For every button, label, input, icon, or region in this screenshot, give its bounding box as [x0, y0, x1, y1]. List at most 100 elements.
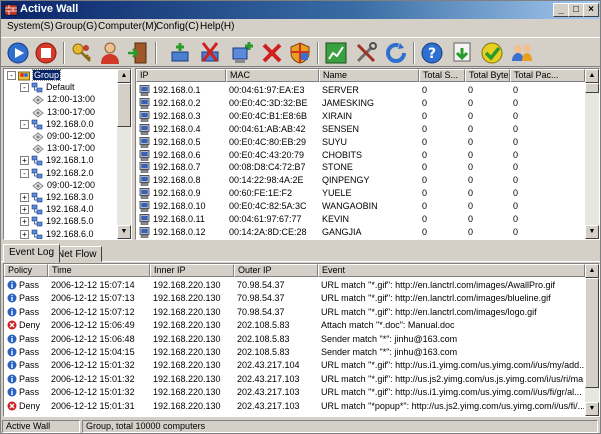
tree-node[interactable]: +192.168.3.0: [4, 192, 116, 204]
title-bar[interactable]: Active Wall _ □ ×: [1, 1, 600, 19]
computer-list[interactable]: IP MAC Name Total S... Total Byte Total Pac..…: [135, 68, 600, 240]
tree-node[interactable]: 13:00-17:00: [4, 107, 116, 119]
scroll-thumb[interactable]: [117, 83, 131, 127]
table-row[interactable]: 192.168.0.3 00:E0:4C:B1:E8:6B XIRAIN 0 0 0: [136, 110, 585, 123]
expand-toggle[interactable]: +: [20, 229, 29, 239]
tree-node[interactable]: 13:00-17:00: [4, 143, 116, 155]
tab-event-log[interactable]: Event Log: [3, 244, 61, 263]
collapse-toggle[interactable]: -: [20, 119, 29, 129]
scroll-thumb[interactable]: [585, 83, 599, 93]
group-tree[interactable]: - Group - Default 12:00-13:00 13:00-17:00-192…: [3, 68, 132, 240]
log-row[interactable]: Pass 2006-12-12 15:01:32 192.168.220.130 20…: [4, 373, 585, 386]
user-button[interactable]: [97, 40, 123, 66]
log-row[interactable]: Deny 2006-12-12 15:06:49 192.168.220.130 20…: [4, 319, 585, 332]
approve-button[interactable]: [479, 40, 505, 66]
tree-node[interactable]: +192.168.6.0: [4, 229, 116, 239]
column-header[interactable]: Time: [48, 264, 150, 277]
column-header[interactable]: IP: [136, 69, 226, 82]
tree-node[interactable]: +192.168.4.0: [4, 204, 116, 216]
tree-node[interactable]: - 192.168.0.0: [4, 119, 116, 131]
column-header[interactable]: MAC: [226, 69, 319, 82]
menu-group[interactable]: Group(G): [55, 21, 97, 32]
exit-button[interactable]: [125, 40, 151, 66]
tree-node[interactable]: +192.168.5.0: [4, 216, 116, 228]
column-header[interactable]: Outer IP: [234, 264, 318, 277]
refresh-button[interactable]: [383, 40, 409, 66]
scroll-down-button[interactable]: ▼: [117, 225, 131, 239]
tree-node[interactable]: +192.168.1.0: [4, 155, 116, 167]
log-row[interactable]: Deny 2006-12-12 15:01:31 192.168.220.130 20…: [4, 400, 585, 413]
maximize-button[interactable]: □: [568, 3, 584, 17]
table-row[interactable]: 192.168.0.8 00:14:22:98:4A:2E QINPENGY 0 0 0: [136, 174, 585, 187]
column-header[interactable]: Policy: [4, 264, 48, 277]
table-row[interactable]: 192.168.0.5 00:E0:4C:80:EB:29 SUYU 0 0 0: [136, 136, 585, 149]
log-row[interactable]: Pass 2006-12-12 15:07:13 192.168.220.130 70…: [4, 292, 585, 305]
table-row[interactable]: 192.168.0.4 00:04:61:AB:AB:42 SENSEN 0 0 0: [136, 123, 585, 136]
log-row[interactable]: Pass 2006-12-12 15:04:15 192.168.220.130 20…: [4, 346, 585, 359]
scroll-up-button[interactable]: ▲: [117, 69, 131, 83]
menu-help[interactable]: Help(H): [200, 21, 234, 32]
log-row[interactable]: Pass 2006-12-12 15:01:32 192.168.220.130 20…: [4, 359, 585, 372]
close-button[interactable]: ×: [583, 3, 599, 17]
chart-button[interactable]: [323, 40, 349, 66]
tree-node[interactable]: 09:00-12:00: [4, 180, 116, 192]
log-outer: 202.43.217.103: [237, 400, 300, 411]
about-button[interactable]: [509, 40, 535, 66]
tools-button[interactable]: [353, 40, 379, 66]
collapse-toggle[interactable]: -: [20, 168, 29, 178]
delete-computer-button[interactable]: [259, 40, 285, 66]
menu-computer[interactable]: Computer(M): [98, 21, 157, 32]
expand-toggle[interactable]: +: [20, 205, 29, 215]
stop-button[interactable]: [33, 40, 59, 66]
export-button[interactable]: [449, 40, 475, 66]
tree-node[interactable]: - Default: [4, 82, 116, 94]
keys-button[interactable]: [69, 40, 95, 66]
column-header[interactable]: Inner IP: [150, 264, 234, 277]
column-header[interactable]: Name: [319, 69, 419, 82]
column-header[interactable]: Total Byte: [465, 69, 510, 82]
log-row[interactable]: Pass 2006-12-12 15:01:32 192.168.220.130 20…: [4, 386, 585, 399]
delete-group-button[interactable]: [197, 40, 223, 66]
log-scrollbar[interactable]: ▲ ▼: [585, 264, 599, 416]
log-policy: Pass: [19, 373, 40, 384]
table-row[interactable]: 192.168.0.6 00:E0:4C:43:20:79 CHOBITS 0 0 0: [136, 149, 585, 162]
tree-node[interactable]: 09:00-12:00: [4, 131, 116, 143]
table-row[interactable]: 192.168.0.7 00:08:D8:C4:72:B7 STONE 0 0 0: [136, 161, 585, 174]
add-group-button[interactable]: [167, 40, 193, 66]
scroll-thumb[interactable]: [585, 278, 599, 388]
collapse-toggle[interactable]: -: [7, 71, 16, 80]
log-row[interactable]: Pass 2006-12-12 15:07:12 192.168.220.130 70…: [4, 306, 585, 319]
table-row[interactable]: 192.168.0.1 00:04:61:97:EA:E3 SERVER 0 0 0: [136, 84, 585, 97]
scroll-down-button[interactable]: ▼: [585, 225, 599, 239]
start-button[interactable]: [5, 40, 31, 66]
scroll-up-button[interactable]: ▲: [585, 69, 599, 83]
list-scrollbar[interactable]: ▲ ▼: [585, 69, 599, 239]
column-header[interactable]: Event: [318, 264, 585, 277]
scroll-down-button[interactable]: ▼: [585, 402, 599, 416]
scroll-up-button[interactable]: ▲: [585, 264, 599, 278]
column-header[interactable]: Total Pac...: [510, 69, 585, 82]
column-header[interactable]: Total S...: [419, 69, 465, 82]
policy-button[interactable]: [287, 40, 313, 66]
table-row[interactable]: 192.168.0.2 00:E0:4C:3D:32:BE JAMESKING 0 0 0: [136, 97, 585, 110]
menu-config[interactable]: Config(C): [156, 21, 199, 32]
expand-toggle[interactable]: +: [20, 156, 29, 166]
collapse-toggle[interactable]: -: [20, 83, 29, 93]
table-row[interactable]: 192.168.0.9 00:60:FE:1E:F2 YUELE 0 0 0: [136, 187, 585, 200]
add-computer-button[interactable]: [229, 40, 255, 66]
table-row[interactable]: 192.168.0.11 00:04:61:97:67:77 KEVIN 0 0 0: [136, 213, 585, 226]
tree-scrollbar[interactable]: ▲ ▼: [117, 69, 131, 239]
tree-node[interactable]: - 192.168.2.0: [4, 168, 116, 180]
tree-node[interactable]: 12:00-13:00: [4, 94, 116, 106]
table-row[interactable]: 192.168.0.12 00:14:2A:8D:CE:28 GANGJIA 0 0 0: [136, 226, 585, 239]
expand-toggle[interactable]: +: [20, 193, 29, 202]
table-row[interactable]: 192.168.0.10 00:E0:4C:82:5A:3C WANGAOBIN 0 0…: [136, 200, 585, 213]
log-row[interactable]: Pass 2006-12-12 15:06:48 192.168.220.130 20…: [4, 333, 585, 346]
menu-system[interactable]: System(S): [7, 21, 54, 32]
log-row[interactable]: Pass 2006-12-12 15:07:14 192.168.220.130 70…: [4, 279, 585, 292]
tree-node[interactable]: - Group: [4, 69, 116, 82]
help-button[interactable]: ?: [419, 40, 445, 66]
event-log-table[interactable]: Policy Time Inner IP Outer IP Event Pass 2006…: [3, 263, 600, 417]
minimize-button[interactable]: _: [553, 3, 569, 17]
expand-toggle[interactable]: +: [20, 217, 29, 227]
